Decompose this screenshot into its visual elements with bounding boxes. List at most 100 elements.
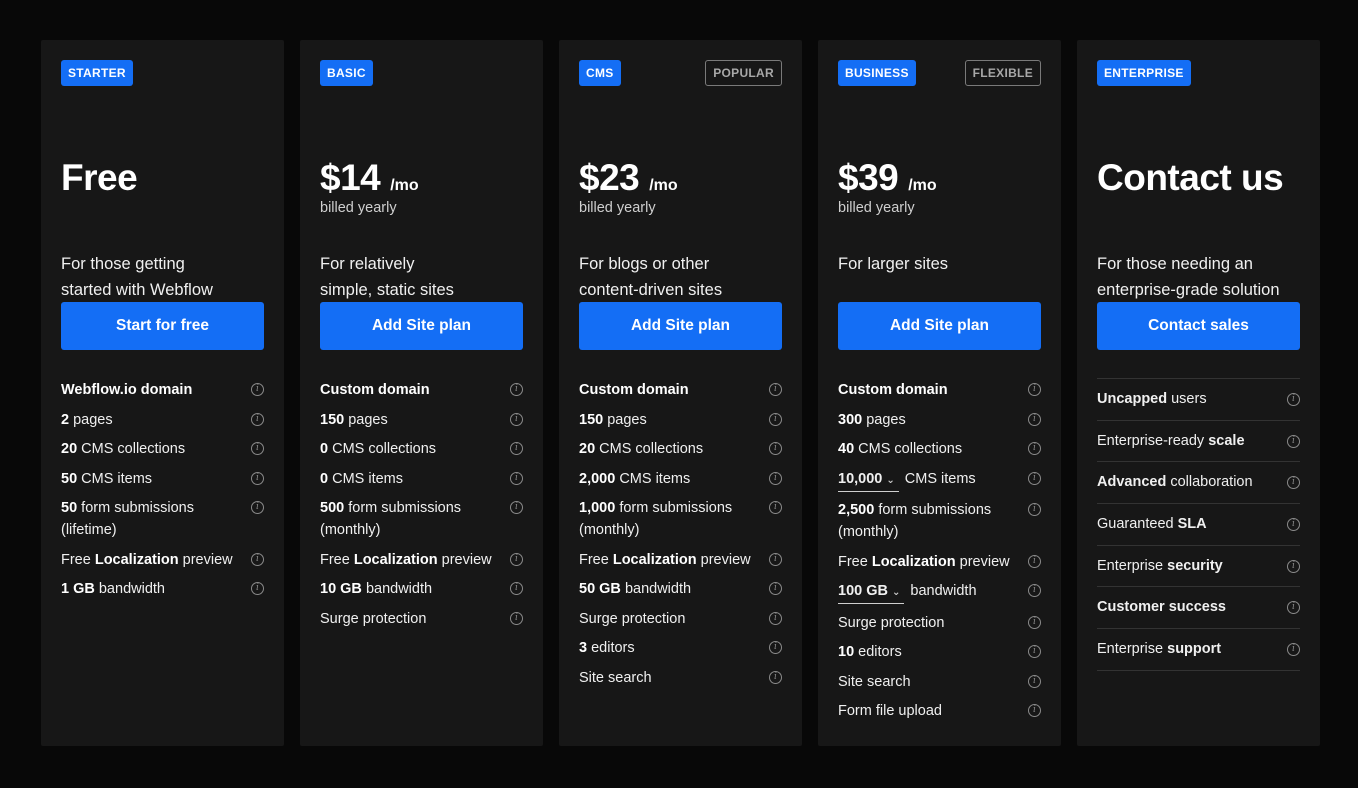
popular-badge: POPULAR bbox=[705, 60, 782, 86]
feature-item: 150 pages i bbox=[579, 409, 782, 431]
start-for-free-button[interactable]: Start for free bbox=[61, 302, 264, 350]
info-icon[interactable]: i bbox=[510, 471, 523, 485]
info-icon[interactable]: i bbox=[251, 501, 264, 514]
feature-item: Surge protection i bbox=[320, 608, 523, 630]
info-icon[interactable]: i bbox=[1028, 584, 1041, 597]
info-icon[interactable]: i bbox=[1028, 704, 1041, 717]
info-icon[interactable]: i bbox=[769, 471, 782, 485]
feature-item: 500 form submissions (monthly) i bbox=[320, 497, 523, 541]
feature-item: Custom domain i bbox=[320, 379, 523, 401]
feature-item: Form file upload i bbox=[838, 700, 1041, 722]
info-icon[interactable]: i bbox=[769, 552, 782, 566]
feature-item: Free Localization preview i bbox=[61, 549, 264, 571]
info-icon[interactable]: i bbox=[510, 442, 523, 455]
plan-tag: CMS bbox=[579, 60, 621, 86]
chevron-down-icon: ⌄ bbox=[886, 474, 895, 486]
info-icon[interactable]: i bbox=[769, 412, 782, 426]
info-icon[interactable]: i bbox=[1028, 383, 1041, 396]
feature-list: Custom domain i 150 pages i 20 CMS collect… bbox=[579, 379, 782, 696]
feature-item: Custom domain i bbox=[838, 379, 1041, 401]
plan-price: $39 bbox=[838, 157, 899, 198]
feature-item: Free Localization preview i bbox=[838, 551, 1041, 573]
info-icon[interactable]: i bbox=[251, 442, 264, 455]
feature-item: Uncapped users i bbox=[1097, 379, 1300, 421]
info-icon[interactable]: i bbox=[251, 471, 264, 485]
plan-tag: STARTER bbox=[61, 60, 133, 86]
info-icon[interactable]: i bbox=[510, 611, 523, 625]
bandwidth-select[interactable]: 100 GB ⌄ bbox=[838, 581, 905, 604]
plan-price: Contact us bbox=[1097, 157, 1284, 198]
info-icon[interactable]: i bbox=[251, 582, 264, 595]
info-icon[interactable]: i bbox=[769, 582, 782, 595]
info-icon[interactable]: i bbox=[1287, 393, 1300, 406]
feature-item: Site search i bbox=[838, 671, 1041, 693]
info-icon[interactable]: i bbox=[1028, 674, 1041, 688]
info-icon[interactable]: i bbox=[510, 501, 523, 514]
info-icon[interactable]: i bbox=[251, 383, 264, 396]
flexible-badge: FLEXIBLE bbox=[964, 60, 1041, 86]
feature-item: Enterprise-ready scale i bbox=[1097, 421, 1300, 463]
feature-item: 2 pages i bbox=[61, 409, 264, 431]
feature-item: 50 CMS items i bbox=[61, 468, 264, 490]
feature-item: Advanced collaboration i bbox=[1097, 462, 1300, 505]
feature-item: Custom domain i bbox=[579, 379, 782, 401]
info-icon[interactable]: i bbox=[1028, 412, 1041, 426]
info-icon[interactable]: i bbox=[1028, 615, 1041, 629]
plan-card-cms: CMS POPULAR $23 /mo billed yearly For bl… bbox=[559, 40, 802, 746]
feature-item: 100 GB ⌄ bandwidth i bbox=[838, 580, 1041, 604]
feature-item: 1 GB bandwidth i bbox=[61, 578, 264, 600]
feature-item: 2,500 form submissions (monthly) i bbox=[838, 499, 1041, 543]
feature-item: 10,000 ⌄ CMS items i bbox=[838, 468, 1041, 492]
info-icon[interactable]: i bbox=[769, 641, 782, 654]
feature-item: Customer success i bbox=[1097, 587, 1300, 630]
chevron-down-icon: ⌄ bbox=[891, 587, 901, 598]
info-icon[interactable]: i bbox=[1287, 476, 1300, 490]
billing-note: billed yearly bbox=[838, 200, 915, 216]
feature-list: Custom domain i 300 pages i 40 CMS collect… bbox=[838, 379, 1041, 730]
price-period: /mo bbox=[908, 177, 937, 194]
plan-description: For those needing an enterprise-grade so… bbox=[1097, 255, 1280, 299]
info-icon[interactable]: i bbox=[769, 383, 782, 396]
info-icon[interactable]: i bbox=[1287, 643, 1300, 657]
plan-card-starter: STARTER Free For those getting started w… bbox=[41, 40, 284, 746]
info-icon[interactable]: i bbox=[769, 670, 782, 684]
info-icon[interactable]: i bbox=[769, 501, 782, 514]
plan-price: $14 bbox=[320, 157, 381, 198]
info-icon[interactable]: i bbox=[1028, 554, 1041, 568]
feature-item: 300 pages i bbox=[838, 409, 1041, 431]
feature-item: Enterprise security i bbox=[1097, 546, 1300, 588]
feature-item: Surge protection i bbox=[838, 612, 1041, 634]
info-icon[interactable]: i bbox=[1287, 434, 1300, 448]
add-site-plan-button[interactable]: Add Site plan bbox=[579, 302, 782, 350]
info-icon[interactable]: i bbox=[510, 582, 523, 595]
info-icon[interactable]: i bbox=[1028, 645, 1041, 658]
info-icon[interactable]: i bbox=[769, 442, 782, 455]
info-icon[interactable]: i bbox=[251, 552, 264, 566]
cms-items-select[interactable]: 10,000 ⌄ bbox=[838, 469, 899, 492]
add-site-plan-button[interactable]: Add Site plan bbox=[320, 302, 523, 350]
plan-description: For blogs or other content-driven sites bbox=[579, 255, 723, 299]
feature-item: 20 CMS collections i bbox=[61, 438, 264, 460]
contact-sales-button[interactable]: Contact sales bbox=[1097, 302, 1300, 350]
feature-item: Free Localization preview i bbox=[320, 549, 523, 571]
info-icon[interactable]: i bbox=[1287, 518, 1300, 532]
info-icon[interactable]: i bbox=[1287, 601, 1300, 615]
info-icon[interactable]: i bbox=[1287, 559, 1300, 573]
info-icon[interactable]: i bbox=[769, 611, 782, 625]
add-site-plan-button[interactable]: Add Site plan bbox=[838, 302, 1041, 350]
feature-list: Custom domain i 150 pages i 0 CMS collecti… bbox=[320, 379, 523, 637]
info-icon[interactable]: i bbox=[510, 383, 523, 396]
info-icon[interactable]: i bbox=[1028, 471, 1041, 485]
info-icon[interactable]: i bbox=[1028, 503, 1041, 516]
info-icon[interactable]: i bbox=[251, 412, 264, 426]
feature-item: Guaranteed SLA i bbox=[1097, 504, 1300, 546]
billing-note: billed yearly bbox=[320, 200, 397, 216]
feature-item: 40 CMS collections i bbox=[838, 438, 1041, 460]
feature-item: 150 pages i bbox=[320, 409, 523, 431]
info-icon[interactable]: i bbox=[1028, 442, 1041, 455]
info-icon[interactable]: i bbox=[510, 552, 523, 566]
info-icon[interactable]: i bbox=[510, 412, 523, 426]
feature-item: 50 GB bandwidth i bbox=[579, 578, 782, 600]
feature-item: Enterprise support i bbox=[1097, 629, 1300, 671]
feature-list: Uncapped users i Enterprise-ready scale i … bbox=[1097, 378, 1300, 671]
